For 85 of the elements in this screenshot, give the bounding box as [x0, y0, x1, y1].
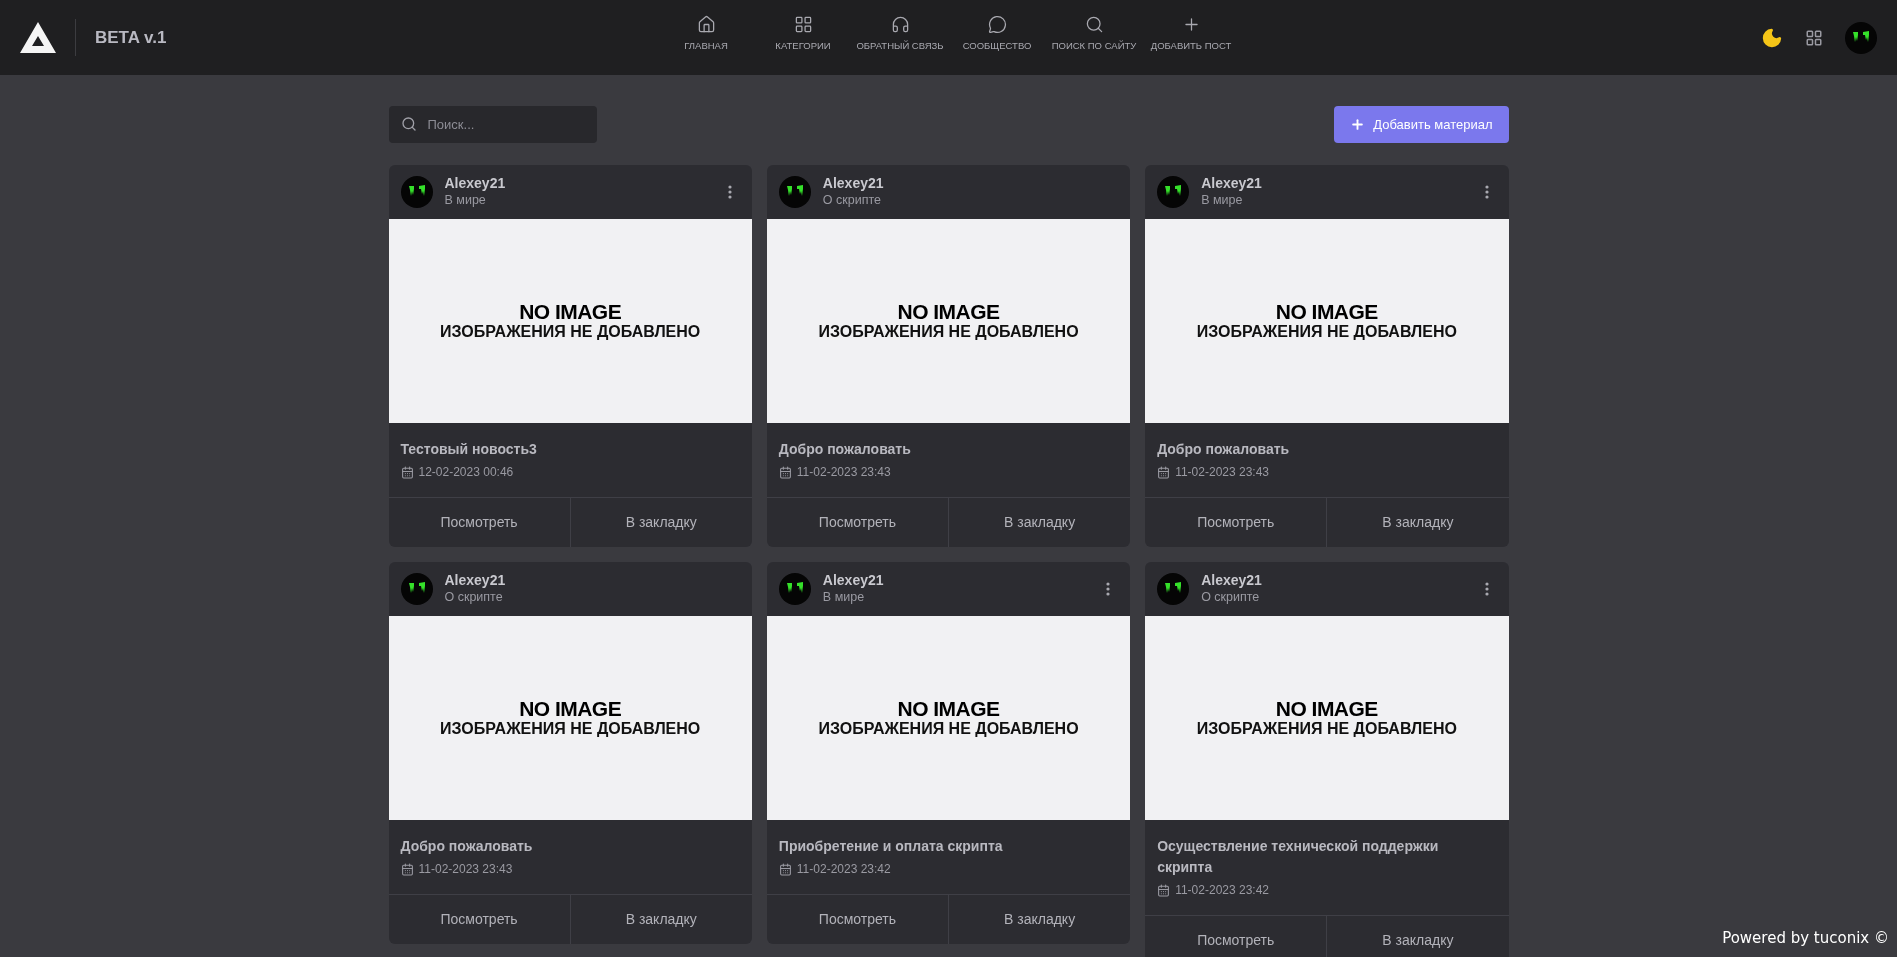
search-icon — [1084, 15, 1104, 34]
view-button[interactable]: Посмотреть — [766, 498, 948, 547]
nav-link[interactable]: ДОБАВИТЬ ПОСТ — [1142, 15, 1240, 54]
avatar-icon — [1157, 176, 1190, 208]
calendar-icon — [400, 465, 414, 479]
view-button[interactable]: Посмотреть — [388, 498, 570, 547]
more-icon — [1484, 185, 1489, 199]
avatar-icon — [400, 573, 433, 605]
post-date: 12-02-2023 00:46 — [418, 464, 514, 481]
grid-icon — [793, 15, 813, 34]
calendar-icon — [778, 465, 792, 479]
bookmark-button[interactable]: В закладку — [1326, 916, 1509, 957]
nav-link[interactable]: СООБЩЕСТВО — [948, 15, 1046, 54]
bookmark-button[interactable]: В закладку — [569, 895, 752, 944]
placeholder-title: NO IMAGE — [897, 300, 1000, 322]
more-icon — [1106, 582, 1111, 596]
bookmark-button[interactable]: В закладку — [948, 498, 1131, 547]
post-title[interactable]: Осуществление технической поддержки скрипта — [1157, 836, 1497, 878]
post-title[interactable]: Добро пожаловать — [1157, 439, 1497, 460]
post-category: В мире — [1201, 192, 1244, 209]
headphones-icon — [890, 15, 910, 34]
add-material-button[interactable]: Добавить материал — [1334, 106, 1509, 143]
author-name[interactable]: Alexey21 — [822, 175, 1119, 193]
avatar-icon — [778, 176, 811, 208]
author-name[interactable]: Alexey21 — [1201, 572, 1465, 590]
view-button[interactable]: Посмотреть — [1145, 916, 1327, 957]
post-title[interactable]: Добро пожаловать — [400, 836, 740, 857]
post-category: О скрипте — [444, 589, 504, 606]
placeholder-title: NO IMAGE — [1275, 300, 1378, 322]
post-title[interactable]: Тестовый новость3 — [400, 439, 740, 460]
bookmark-button[interactable]: В закладку — [569, 498, 752, 547]
post-date: 11-02-2023 23:43 — [418, 861, 513, 878]
placeholder-subtitle: ИЗОБРАЖЕНИЯ НЕ ДОБАВЛЕНО — [818, 718, 1079, 739]
footer-credit: Powered by tuconix © — [1722, 927, 1889, 949]
author-name[interactable]: Alexey21 — [822, 572, 1087, 590]
post-date: 11-02-2023 23:43 — [796, 464, 891, 481]
view-button[interactable]: Посмотреть — [388, 895, 570, 944]
brand-title: BETA v.1 — [95, 26, 167, 49]
view-button[interactable]: Посмотреть — [1145, 498, 1327, 547]
avatar-icon — [778, 573, 811, 605]
placeholder-title: NO IMAGE — [519, 300, 622, 322]
more-icon — [1484, 582, 1489, 596]
post-category: О скрипте — [822, 192, 882, 209]
placeholder-title: NO IMAGE — [1275, 697, 1378, 719]
plus-icon — [1350, 117, 1366, 132]
post-title[interactable]: Приобретение и оплата скрипта — [778, 836, 1119, 857]
calendar-icon — [778, 862, 792, 876]
post-category: В мире — [444, 192, 487, 209]
placeholder-title: NO IMAGE — [897, 697, 1000, 719]
nav-link[interactable]: ГЛАВНАЯ — [657, 15, 755, 54]
placeholder-title: NO IMAGE — [519, 697, 622, 719]
avatar-icon — [1157, 573, 1190, 605]
search-icon — [400, 116, 417, 132]
calendar-icon — [400, 862, 414, 876]
home-icon — [696, 15, 716, 34]
bookmark-button[interactable]: В закладку — [1326, 498, 1509, 547]
placeholder-subtitle: ИЗОБРАЖЕНИЯ НЕ ДОБАВЛЕНО — [818, 321, 1079, 342]
bookmark-button[interactable]: В закладку — [948, 895, 1131, 944]
placeholder-subtitle: ИЗОБРАЖЕНИЯ НЕ ДОБАВЛЕНО — [440, 718, 701, 739]
nav-link[interactable]: ПОИСК ПО САЙТУ — [1045, 15, 1143, 54]
user-avatar-icon — [1845, 21, 1877, 54]
chat-bubble-icon — [987, 15, 1007, 34]
calendar-icon — [1157, 883, 1171, 897]
post-date: 11-02-2023 23:42 — [796, 861, 891, 878]
grid-icon[interactable] — [1805, 28, 1823, 47]
post-date: 11-02-2023 23:42 — [1175, 882, 1269, 899]
author-name[interactable]: Alexey21 — [444, 175, 708, 193]
more-icon — [727, 185, 732, 199]
calendar-icon — [1157, 465, 1171, 479]
nav-link[interactable]: КАТЕГОРИИ — [754, 15, 852, 54]
moon-icon[interactable] — [1761, 26, 1783, 49]
avatar-icon — [400, 176, 433, 208]
author-name[interactable]: Alexey21 — [444, 572, 740, 590]
post-category: О скрипте — [1201, 589, 1261, 606]
placeholder-subtitle: ИЗОБРАЖЕНИЯ НЕ ДОБАВЛЕНО — [1196, 718, 1457, 739]
logo-icon[interactable] — [20, 21, 56, 54]
post-title[interactable]: Добро пожаловать — [778, 439, 1119, 460]
post-date: 11-02-2023 23:43 — [1175, 464, 1269, 481]
view-button[interactable]: Посмотреть — [766, 895, 948, 944]
post-category: В мире — [822, 589, 866, 606]
search-field[interactable]: Поиск... — [388, 106, 597, 143]
placeholder-subtitle: ИЗОБРАЖЕНИЯ НЕ ДОБАВЛЕНО — [440, 321, 701, 342]
placeholder-subtitle: ИЗОБРАЖЕНИЯ НЕ ДОБАВЛЕНО — [1196, 321, 1457, 342]
author-name[interactable]: Alexey21 — [1201, 175, 1465, 193]
nav-link[interactable]: ОБРАТНЫЙ СВЯЗЬ — [851, 15, 949, 54]
